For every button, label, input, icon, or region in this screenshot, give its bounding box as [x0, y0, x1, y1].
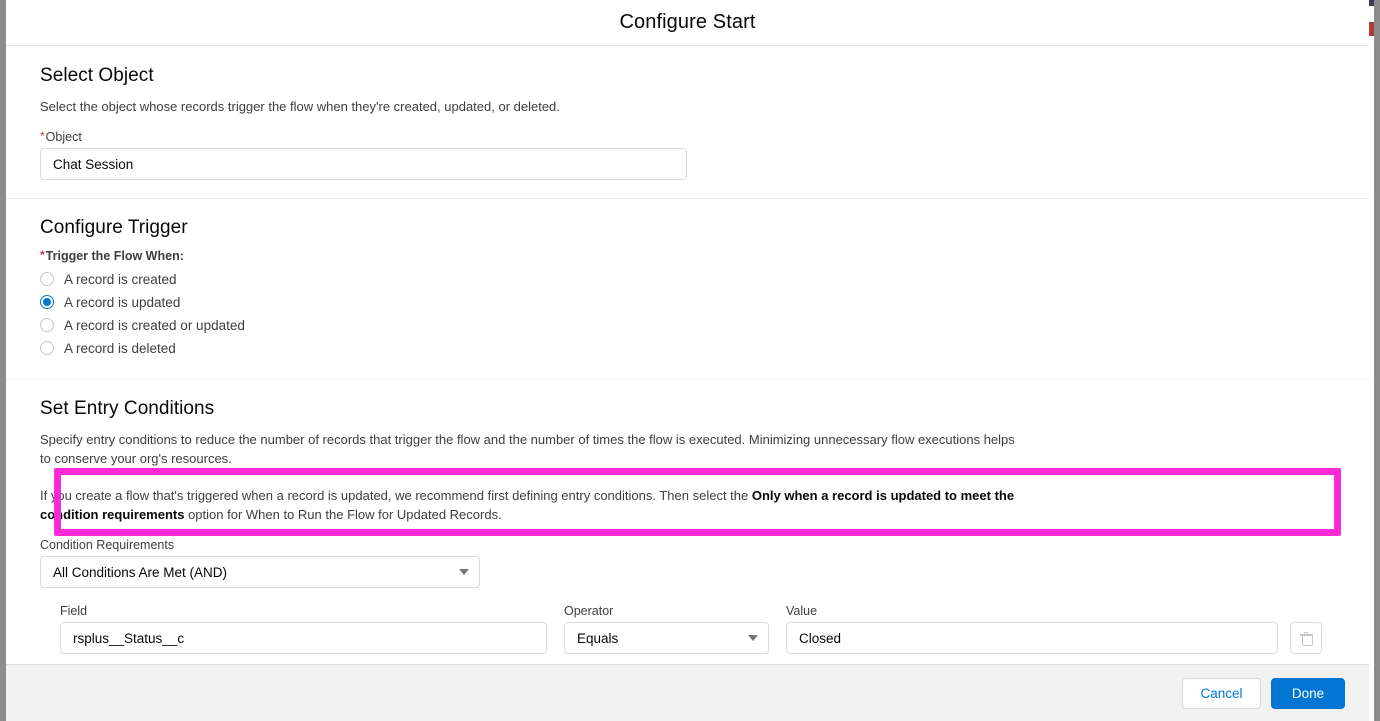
configure-start-modal: Configure Start Select Object Select the…	[0, 0, 1380, 721]
condition-value-input[interactable]: Closed	[786, 622, 1278, 654]
radio-label: A record is created	[64, 271, 177, 287]
radio-record-deleted[interactable]: A record is deleted	[40, 338, 1335, 358]
configure-trigger-heading: Configure Trigger	[40, 217, 188, 238]
modal-footer: Cancel Done	[6, 664, 1369, 721]
condition-operator-label: Operator	[564, 604, 614, 618]
window-right-scrollbar[interactable]	[1369, 0, 1380, 721]
section-configure-trigger: Configure Trigger *Trigger the Flow When…	[6, 199, 1369, 380]
object-input[interactable]: Chat Session	[40, 148, 687, 180]
object-field-label: *Object	[40, 129, 1335, 144]
section-select-object: Select Object Select the object whose re…	[6, 47, 1369, 199]
radio-icon	[40, 272, 54, 286]
condition-field-label: Field	[60, 604, 88, 618]
required-asterisk-icon: *	[40, 129, 45, 143]
radio-selected-icon	[40, 295, 54, 309]
condition-requirements-select[interactable]: All Conditions Are Met (AND)	[40, 556, 480, 588]
condition-requirements-label: Condition Requirements	[40, 538, 175, 552]
radio-record-created[interactable]: A record is created	[40, 269, 1335, 289]
trigger-radio-legend: *Trigger the Flow When:	[40, 248, 1335, 263]
page-title: Configure Start	[619, 11, 756, 33]
trash-icon	[1299, 631, 1313, 646]
required-asterisk-icon: *	[40, 248, 45, 262]
condition-delete-col	[1290, 622, 1322, 654]
radio-label: A record is updated	[64, 294, 181, 310]
delete-condition-button[interactable]	[1290, 622, 1322, 654]
radio-icon	[40, 318, 54, 332]
radio-record-updated[interactable]: A record is updated	[40, 292, 1335, 312]
condition-value-label: Value	[786, 604, 818, 618]
section-entry-conditions: Set Entry Conditions Specify entry condi…	[6, 380, 1369, 664]
condition-field-input[interactable]: rsplus__Status__c	[60, 622, 547, 654]
condition-requirements-value: All Conditions Are Met (AND)	[40, 556, 480, 588]
radio-label: A record is created or updated	[64, 317, 245, 333]
modal-header: Configure Start	[6, 0, 1369, 46]
condition-operator-value: Equals	[564, 622, 769, 654]
object-label-text: Object	[45, 130, 82, 144]
done-button[interactable]: Done	[1271, 677, 1345, 709]
window-right-edge	[1374, 0, 1380, 721]
entry-conditions-heading: Set Entry Conditions	[40, 398, 215, 419]
cancel-button[interactable]: Cancel	[1182, 677, 1261, 709]
radio-icon	[40, 341, 54, 355]
select-object-heading: Select Object	[40, 65, 154, 86]
condition-operator-col: Operator Equals	[564, 604, 769, 654]
entry-conditions-description-2: If you create a flow that's triggered wh…	[40, 486, 1025, 524]
desc2-part1: If you create a flow that's triggered wh…	[40, 488, 752, 503]
trigger-legend-text: Trigger the Flow When:	[45, 249, 184, 263]
desc2-part2: option for When to Run the Flow for Upda…	[184, 507, 502, 522]
condition-field-col: Field rsplus__Status__c	[60, 604, 547, 654]
entry-conditions-description-1: Specify entry conditions to reduce the n…	[40, 432, 1015, 466]
condition-value-col: Value Closed	[786, 604, 1278, 654]
radio-label: A record is deleted	[64, 340, 176, 356]
modal-body: Select Object Select the object whose re…	[6, 47, 1369, 664]
select-object-description: Select the object whose records trigger …	[40, 99, 560, 114]
radio-record-created-or-updated[interactable]: A record is created or updated	[40, 315, 1335, 335]
condition-operator-select[interactable]: Equals	[564, 622, 769, 654]
condition-row: Field rsplus__Status__c Operator Equals …	[40, 604, 1335, 654]
trash-lid-icon	[1304, 631, 1308, 634]
